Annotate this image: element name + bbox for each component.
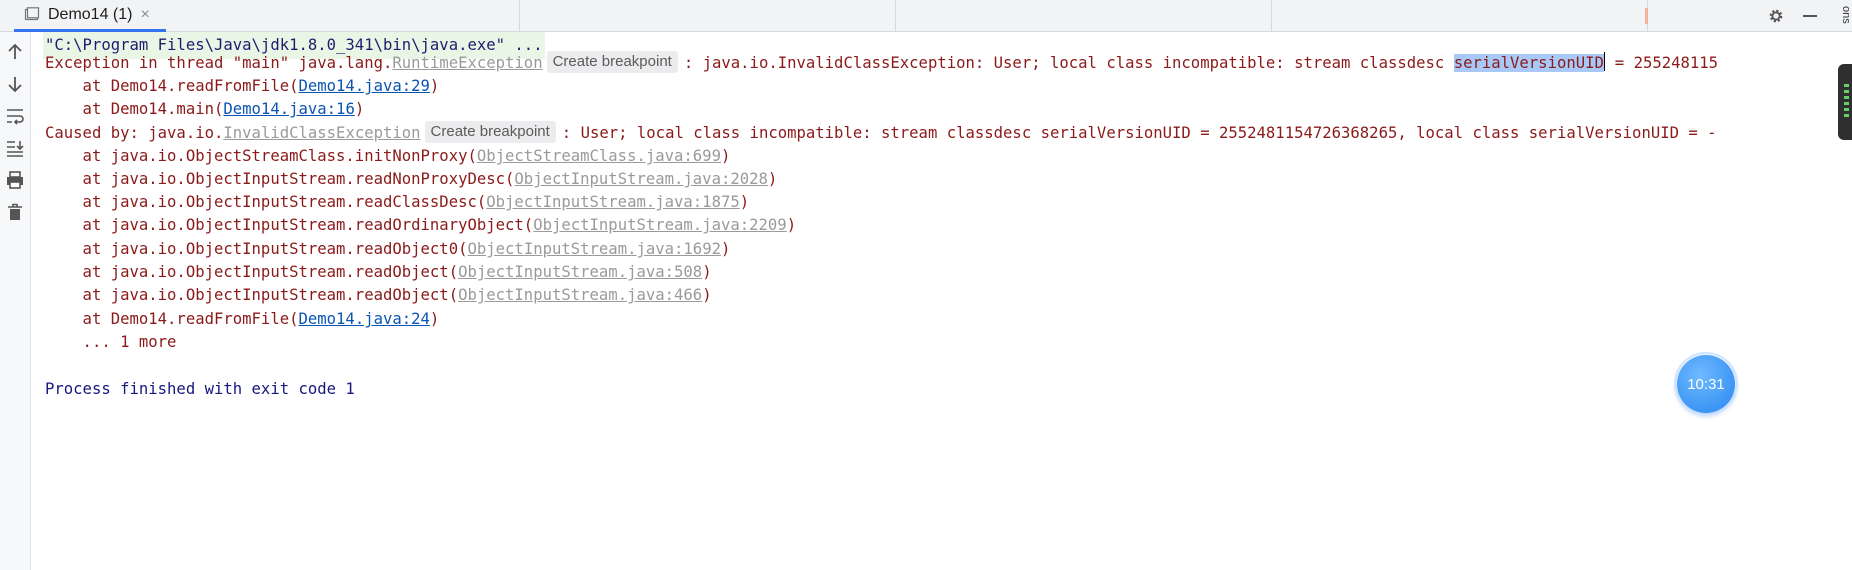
indicator-bar bbox=[1844, 90, 1849, 93]
minimize-icon[interactable] bbox=[1800, 6, 1820, 26]
stack-frame: at java.io.ObjectInputStream.readOrdinar… bbox=[45, 212, 797, 239]
console-toolbar bbox=[0, 32, 31, 570]
frame-text: ) bbox=[720, 240, 731, 258]
source-link[interactable]: Demo14.java:16 bbox=[223, 100, 354, 118]
indicator-bar bbox=[1844, 114, 1849, 117]
source-link[interactable]: Demo14.java:29 bbox=[298, 77, 429, 95]
library-source-link[interactable]: ObjectInputStream.java:508 bbox=[458, 263, 702, 281]
frame-text: ) bbox=[720, 147, 731, 165]
tab-bar-divider bbox=[519, 0, 520, 31]
frame-text: at java.io.ObjectInputStream.readObject( bbox=[45, 263, 459, 281]
library-source-link[interactable]: ObjectInputStream.java:2028 bbox=[514, 170, 767, 188]
tab-bar-divider bbox=[1271, 0, 1272, 31]
frame-text: ) bbox=[429, 310, 440, 328]
stack-frame: at Demo14.main(Demo14.java:16) bbox=[45, 96, 365, 123]
indicator-bar bbox=[1844, 102, 1849, 105]
frame-text: at Demo14.readFromFile( bbox=[45, 310, 299, 328]
soft-wrap-icon[interactable] bbox=[4, 105, 26, 127]
exception-message: : java.io.InvalidClassException: User; l… bbox=[683, 54, 1454, 72]
library-source-link[interactable]: ObjectInputStream.java:2209 bbox=[533, 216, 786, 234]
frame-text: at Demo14.readFromFile( bbox=[45, 77, 299, 95]
frame-text: at java.io.ObjectStreamClass.initNonProx… bbox=[45, 147, 477, 165]
source-link[interactable]: Demo14.java:24 bbox=[298, 310, 429, 328]
exception-prefix: Exception in thread "main" java.lang. bbox=[45, 54, 393, 72]
scroll-to-end-icon[interactable] bbox=[4, 137, 26, 159]
tab-label: Demo14 (1) bbox=[48, 5, 133, 23]
frame-text: at Demo14.main( bbox=[45, 100, 224, 118]
tool-window-tab-bar: Demo14 (1) × ons bbox=[0, 0, 1852, 32]
frame-text: ) bbox=[767, 170, 778, 188]
selected-text[interactable]: serialVersionUID bbox=[1453, 54, 1604, 72]
library-source-link[interactable]: ObjectStreamClass.java:699 bbox=[477, 147, 721, 165]
frame-text: ) bbox=[354, 100, 365, 118]
create-breakpoint-button[interactable]: Create breakpoint bbox=[546, 51, 678, 73]
frame-text: at java.io.ObjectInputStream.readOrdinar… bbox=[45, 216, 534, 234]
library-source-link[interactable]: ObjectInputStream.java:466 bbox=[458, 286, 702, 304]
create-breakpoint-button[interactable]: Create breakpoint bbox=[424, 121, 556, 143]
gear-icon[interactable] bbox=[1766, 6, 1786, 26]
down-arrow-icon[interactable] bbox=[4, 73, 26, 95]
library-source-link[interactable]: ObjectInputStream.java:1875 bbox=[486, 193, 739, 211]
floating-clock-widget[interactable]: 10:31 bbox=[1674, 352, 1738, 416]
exception-message-tail: = 255248115 bbox=[1605, 54, 1719, 72]
up-arrow-icon[interactable] bbox=[4, 41, 26, 63]
library-source-link[interactable]: ObjectInputStream.java:1692 bbox=[467, 240, 720, 258]
caused-prefix: Caused by: java.io. bbox=[45, 124, 224, 142]
frame-text: ) bbox=[429, 77, 440, 95]
marker bbox=[1645, 8, 1648, 24]
tab-bar-divider bbox=[895, 0, 896, 31]
run-config-icon bbox=[24, 6, 40, 23]
memory-indicator[interactable] bbox=[1838, 64, 1852, 140]
frame-text: at java.io.ObjectInputStream.readClassDe… bbox=[45, 193, 487, 211]
caused-message: : User; local class incompatible: stream… bbox=[561, 124, 1717, 142]
frame-text: at java.io.ObjectInputStream.readObject0… bbox=[45, 240, 468, 258]
frame-text: at java.io.ObjectInputStream.readNonProx… bbox=[45, 170, 515, 188]
clock-ring bbox=[1674, 352, 1738, 416]
trash-icon[interactable] bbox=[4, 201, 26, 223]
exit-message: Process finished with exit code 1 bbox=[45, 380, 355, 398]
frame-text: at java.io.ObjectInputStream.readObject( bbox=[45, 286, 459, 304]
indicator-bar bbox=[1844, 96, 1849, 99]
tab-demo14[interactable]: Demo14 (1) × bbox=[14, 0, 166, 32]
indicator-bar bbox=[1844, 84, 1849, 87]
frame-text: ) bbox=[702, 263, 712, 281]
caused-class-link[interactable]: InvalidClassException bbox=[223, 124, 420, 142]
tab-close-icon[interactable]: × bbox=[140, 6, 149, 23]
more-frames-line: ... 1 more bbox=[45, 333, 177, 351]
side-panel-label[interactable]: ons bbox=[1838, 6, 1852, 30]
frame-text: ) bbox=[739, 193, 750, 211]
exception-class-link[interactable]: RuntimeException bbox=[392, 54, 542, 72]
stack-frame: at java.io.ObjectInputStream.readObject(… bbox=[45, 282, 712, 309]
console-output[interactable]: "C:\Program Files\Java\jdk1.8.0_341\bin\… bbox=[32, 32, 1852, 570]
print-icon[interactable] bbox=[4, 169, 26, 191]
frame-text: ) bbox=[702, 286, 712, 304]
indicator-bar bbox=[1844, 108, 1849, 111]
frame-text: ) bbox=[786, 216, 797, 234]
